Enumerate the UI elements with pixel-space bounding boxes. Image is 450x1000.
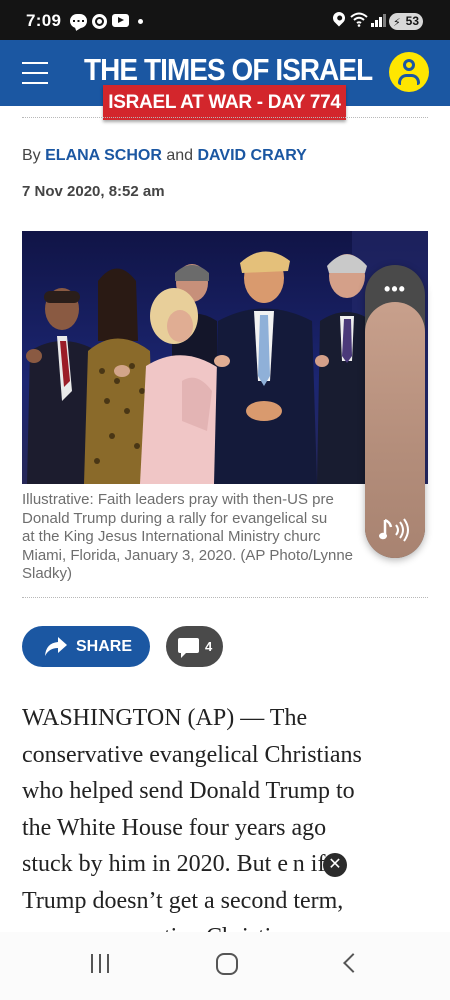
notification-dot-icon [138, 19, 143, 24]
article-viewport: WASHINGTON (AP) — The conservative evang… [0, 700, 450, 932]
article-line: who helped send Donald Trump to [22, 778, 355, 804]
byline-conjunction: and [166, 147, 194, 164]
comments-button[interactable]: 4 [166, 626, 223, 667]
comment-bubble-icon [178, 638, 199, 658]
share-label: SHARE [76, 638, 133, 655]
comment-count: 4 [205, 639, 213, 654]
youtube-icon [112, 14, 129, 27]
wifi-icon [350, 12, 368, 27]
volume-panel[interactable]: ••• [365, 265, 425, 558]
back-button[interactable] [343, 953, 363, 973]
author-link-1[interactable]: ELANA SCHOR [45, 147, 162, 164]
author-link-2[interactable]: DAVID CRARY [197, 147, 306, 164]
article-line: WASHINGTON (AP) — The [22, 705, 308, 731]
article-line: stuck by him in 2020. But e n if [22, 851, 326, 877]
volume-slider[interactable] [365, 302, 425, 558]
site-logo-title[interactable]: THE TIMES OF ISRAEL [84, 52, 373, 88]
home-button[interactable] [216, 953, 238, 975]
byline: By ELANA SCHOR and DAVID CRARY [22, 147, 307, 165]
chrome-icon [92, 14, 107, 29]
article-line: Trump doesn’t get a second term, [22, 887, 344, 914]
share-button[interactable]: SHARE [22, 626, 150, 667]
battery-icon: ⚡ 53 [389, 13, 423, 30]
message-icon [70, 14, 87, 28]
close-ad-icon[interactable]: ✕ [323, 853, 347, 877]
caption-line: Miami, Florida, January 3, 2020. (AP Pho… [22, 546, 354, 564]
battery-level: 53 [405, 14, 419, 28]
byline-prefix: By [22, 147, 41, 164]
war-banner[interactable]: ISRAEL AT WAR - DAY 774 [103, 85, 346, 120]
caption-line: Sladky) [22, 565, 73, 582]
status-time: 7:09 [26, 11, 62, 30]
status-bar: 7:09 ⚡ 53 [0, 0, 450, 40]
hamburger-menu-icon[interactable] [22, 62, 48, 84]
account-icon[interactable] [389, 52, 429, 92]
article-line: the White House four years ago [22, 814, 327, 841]
article-line: conservative evangelical Christians [22, 741, 362, 768]
article-body: WASHINGTON (AP) — The conservative evang… [22, 700, 432, 932]
recents-button[interactable] [91, 954, 111, 973]
share-arrow-icon [45, 637, 67, 656]
divider [22, 117, 428, 118]
location-icon [330, 9, 348, 27]
system-nav-bar [0, 932, 450, 1000]
signal-icon [371, 13, 386, 27]
divider [22, 597, 428, 598]
music-volume-icon [379, 518, 409, 542]
article-line: some conservative Christians see [22, 919, 432, 932]
publish-date: 7 Nov 2020, 8:52 am [22, 183, 165, 200]
more-options-icon[interactable]: ••• [365, 279, 425, 300]
